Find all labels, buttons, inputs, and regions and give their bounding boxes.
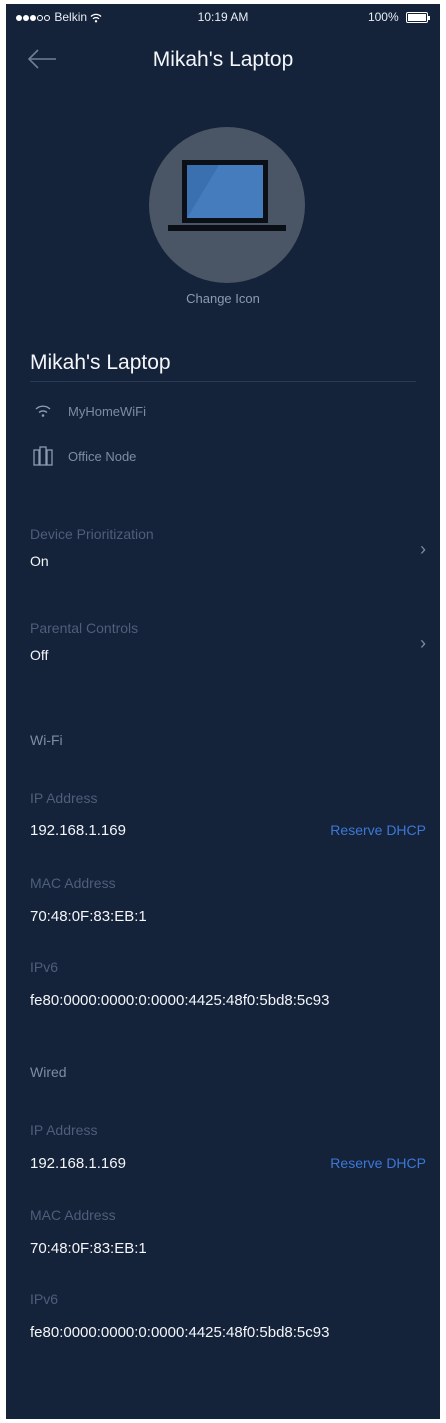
device-details-screen: Belkin 10:19 AM 100% Mikah's Laptop Chan… bbox=[6, 4, 440, 1419]
status-battery: 100% bbox=[368, 10, 430, 24]
wired-ip-label: IP Address bbox=[30, 1122, 98, 1138]
wired-mac-value: 70:48:0F:83:EB:1 bbox=[30, 1240, 147, 1257]
wired-section-heading: Wired bbox=[30, 1064, 67, 1080]
wired-ip-value: 192.168.1.169 bbox=[30, 1155, 126, 1172]
wifi-ipv6-label: IPv6 bbox=[30, 959, 59, 975]
device-prioritization-row[interactable]: Device Prioritization On › bbox=[6, 516, 440, 588]
chevron-right-icon: › bbox=[420, 633, 426, 653]
wired-reserve-dhcp-link[interactable]: Reserve DHCP bbox=[330, 1155, 426, 1171]
divider bbox=[30, 381, 416, 382]
parental-controls-label: Parental Controls bbox=[30, 620, 139, 636]
battery-percent: 100% bbox=[367, 10, 399, 24]
node-icon bbox=[30, 446, 56, 466]
wired-mac-label: MAC Address bbox=[30, 1207, 116, 1223]
network-name: MyHomeWiFi bbox=[68, 403, 146, 419]
node-name: Office Node bbox=[68, 448, 137, 464]
parental-controls-row[interactable]: Parental Controls Off › bbox=[6, 610, 440, 682]
parental-controls-value: Off bbox=[30, 647, 49, 663]
wifi-ip-label: IP Address bbox=[30, 790, 98, 806]
wifi-section-heading: Wi-Fi bbox=[30, 732, 63, 748]
wifi-ip-value: 192.168.1.169 bbox=[30, 822, 126, 839]
battery-icon bbox=[406, 12, 428, 24]
wifi-mac-label: MAC Address bbox=[30, 875, 116, 891]
device-prioritization-value: On bbox=[30, 553, 49, 569]
wired-ipv6-value: fe80:0000:0000:0:0000:4425:48f0:5bd8:5c9… bbox=[30, 1324, 330, 1341]
change-icon-link[interactable]: Change Icon bbox=[6, 291, 440, 306]
device-name[interactable]: Mikah's Laptop bbox=[30, 351, 171, 375]
wifi-ipv6-value: fe80:0000:0000:0:0000:4425:48f0:5bd8:5c9… bbox=[30, 992, 330, 1009]
node-row: Office Node bbox=[30, 445, 136, 467]
page-title: Mikah's Laptop bbox=[152, 48, 294, 71]
network-row: MyHomeWiFi bbox=[30, 400, 146, 422]
wifi-icon bbox=[30, 401, 56, 421]
chevron-right-icon: › bbox=[420, 539, 426, 559]
wifi-reserve-dhcp-link[interactable]: Reserve DHCP bbox=[330, 822, 426, 838]
wired-ipv6-label: IPv6 bbox=[30, 1291, 59, 1307]
device-icon-button[interactable] bbox=[149, 127, 305, 283]
wifi-mac-value: 70:48:0F:83:EB:1 bbox=[30, 908, 147, 925]
device-prioritization-label: Device Prioritization bbox=[30, 526, 154, 542]
laptop-icon bbox=[149, 160, 305, 287]
